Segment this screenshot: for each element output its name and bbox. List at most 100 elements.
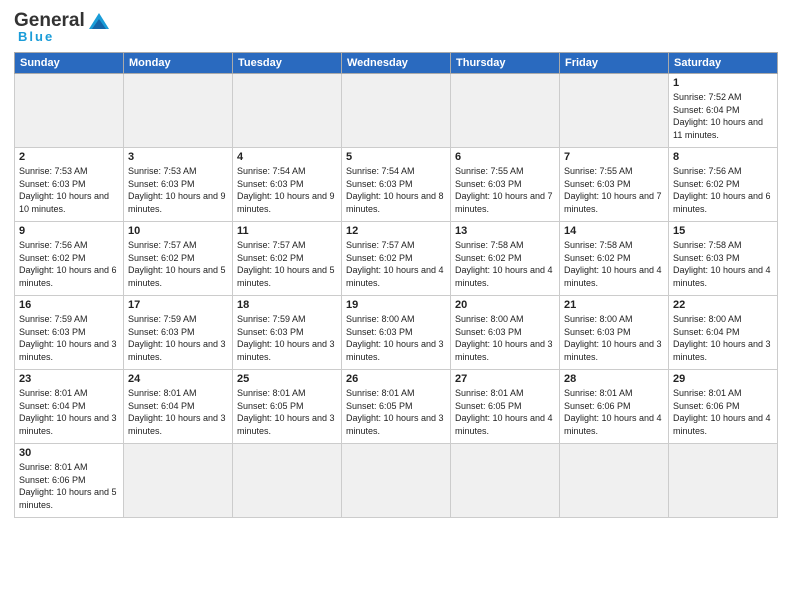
- day-number: 10: [128, 225, 228, 237]
- day-cell: 7Sunrise: 7:55 AM Sunset: 6:03 PM Daylig…: [560, 148, 669, 222]
- logo-triangle-icon: [88, 11, 110, 31]
- day-number: 26: [346, 373, 446, 385]
- day-info: Sunrise: 7:59 AM Sunset: 6:03 PM Dayligh…: [237, 313, 337, 363]
- day-info: Sunrise: 7:57 AM Sunset: 6:02 PM Dayligh…: [346, 239, 446, 289]
- day-info: Sunrise: 7:56 AM Sunset: 6:02 PM Dayligh…: [673, 165, 773, 215]
- day-info: Sunrise: 7:52 AM Sunset: 6:04 PM Dayligh…: [673, 91, 773, 141]
- day-cell: 13Sunrise: 7:58 AM Sunset: 6:02 PM Dayli…: [451, 222, 560, 296]
- day-info: Sunrise: 8:01 AM Sunset: 6:04 PM Dayligh…: [19, 387, 119, 437]
- week-row-2: 2Sunrise: 7:53 AM Sunset: 6:03 PM Daylig…: [15, 148, 778, 222]
- week-row-1: 1 Sunrise: 7:52 AM Sunset: 6:04 PM Daylig…: [15, 74, 778, 148]
- day-info: Sunrise: 8:01 AM Sunset: 6:06 PM Dayligh…: [673, 387, 773, 437]
- day-cell: 18 Sunrise: 7:59 AM Sunset: 6:03 PM Dayli…: [233, 296, 342, 370]
- col-saturday: Saturday: [669, 53, 778, 74]
- day-cell: [233, 444, 342, 518]
- col-monday: Monday: [124, 53, 233, 74]
- day-cell: 6 Sunrise: 7:55 AM Sunset: 6:03 PM Daylig…: [451, 148, 560, 222]
- day-cell: 22 Sunrise: 8:00 AM Sunset: 6:04 PM Dayli…: [669, 296, 778, 370]
- day-number: 12: [346, 225, 446, 237]
- day-info: Sunrise: 8:01 AM Sunset: 6:05 PM Dayligh…: [455, 387, 555, 437]
- day-number: 14: [564, 225, 664, 237]
- day-cell: 1 Sunrise: 7:52 AM Sunset: 6:04 PM Daylig…: [669, 74, 778, 148]
- day-cell: [669, 444, 778, 518]
- day-cell: [233, 74, 342, 148]
- week-row-6: 30 Sunrise: 8:01 AM Sunset: 6:06 PM Dayli…: [15, 444, 778, 518]
- col-tuesday: Tuesday: [233, 53, 342, 74]
- col-friday: Friday: [560, 53, 669, 74]
- day-number: 6: [455, 151, 555, 163]
- day-number: 5: [346, 151, 446, 163]
- day-number: 4: [237, 151, 337, 163]
- day-info: Sunrise: 7:58 AM Sunset: 6:02 PM Dayligh…: [455, 239, 555, 289]
- day-info: Sunrise: 7:53 AM Sunset: 6:03 PM Dayligh…: [128, 165, 228, 215]
- header: General Blue: [14, 10, 778, 46]
- day-number: 1: [673, 77, 773, 89]
- day-info: Sunrise: 7:55 AM Sunset: 6:03 PM Dayligh…: [455, 165, 555, 215]
- day-cell: 26 Sunrise: 8:01 AM Sunset: 6:05 PM Dayli…: [342, 370, 451, 444]
- day-info: Sunrise: 7:54 AM Sunset: 6:03 PM Dayligh…: [237, 165, 337, 215]
- blue-text: Blue: [18, 29, 54, 44]
- day-info: Sunrise: 7:58 AM Sunset: 6:02 PM Dayligh…: [564, 239, 664, 289]
- day-cell: [124, 74, 233, 148]
- day-info: Sunrise: 8:01 AM Sunset: 6:06 PM Dayligh…: [564, 387, 664, 437]
- day-cell: 24 Sunrise: 8:01 AM Sunset: 6:04 PM Dayli…: [124, 370, 233, 444]
- day-info: Sunrise: 7:59 AM Sunset: 6:03 PM Dayligh…: [128, 313, 228, 363]
- day-info: Sunrise: 8:01 AM Sunset: 6:04 PM Dayligh…: [128, 387, 228, 437]
- day-cell: 20 Sunrise: 8:00 AM Sunset: 6:03 PM Dayli…: [451, 296, 560, 370]
- day-info: Sunrise: 7:57 AM Sunset: 6:02 PM Dayligh…: [128, 239, 228, 289]
- day-info: Sunrise: 7:57 AM Sunset: 6:02 PM Dayligh…: [237, 239, 337, 289]
- day-info: Sunrise: 7:58 AM Sunset: 6:03 PM Dayligh…: [673, 239, 773, 289]
- day-cell: 10 Sunrise: 7:57 AM Sunset: 6:02 PM Dayli…: [124, 222, 233, 296]
- day-cell: 25 Sunrise: 8:01 AM Sunset: 6:05 PM Dayli…: [233, 370, 342, 444]
- day-number: 20: [455, 299, 555, 311]
- col-sunday: Sunday: [15, 53, 124, 74]
- col-thursday: Thursday: [451, 53, 560, 74]
- day-info: Sunrise: 8:01 AM Sunset: 6:05 PM Dayligh…: [237, 387, 337, 437]
- day-cell: [560, 74, 669, 148]
- col-wednesday: Wednesday: [342, 53, 451, 74]
- day-info: Sunrise: 7:59 AM Sunset: 6:03 PM Dayligh…: [19, 313, 119, 363]
- day-cell: 9Sunrise: 7:56 AM Sunset: 6:02 PM Daylig…: [15, 222, 124, 296]
- day-cell: 8 Sunrise: 7:56 AM Sunset: 6:02 PM Daylig…: [669, 148, 778, 222]
- day-number: 21: [564, 299, 664, 311]
- day-info: Sunrise: 8:00 AM Sunset: 6:03 PM Dayligh…: [564, 313, 664, 363]
- day-number: 7: [564, 151, 664, 163]
- day-info: Sunrise: 8:01 AM Sunset: 6:05 PM Dayligh…: [346, 387, 446, 437]
- day-number: 18: [237, 299, 337, 311]
- day-number: 19: [346, 299, 446, 311]
- header-row: Sunday Monday Tuesday Wednesday Thursday…: [15, 53, 778, 74]
- day-info: Sunrise: 8:00 AM Sunset: 6:04 PM Dayligh…: [673, 313, 773, 363]
- day-number: 22: [673, 299, 773, 311]
- day-cell: 4 Sunrise: 7:54 AM Sunset: 6:03 PM Daylig…: [233, 148, 342, 222]
- day-cell: 15Sunrise: 7:58 AM Sunset: 6:03 PM Dayli…: [669, 222, 778, 296]
- day-cell: [124, 444, 233, 518]
- day-number: 29: [673, 373, 773, 385]
- day-number: 24: [128, 373, 228, 385]
- day-info: Sunrise: 8:01 AM Sunset: 6:06 PM Dayligh…: [19, 461, 119, 511]
- day-cell: [342, 444, 451, 518]
- day-cell: [15, 74, 124, 148]
- day-cell: 28 Sunrise: 8:01 AM Sunset: 6:06 PM Dayli…: [560, 370, 669, 444]
- page: General Blue Sunday Monday Tuesday Wedne…: [0, 0, 792, 612]
- day-info: Sunrise: 7:56 AM Sunset: 6:02 PM Dayligh…: [19, 239, 119, 289]
- logo-area: General Blue: [14, 10, 110, 46]
- week-row-3: 9Sunrise: 7:56 AM Sunset: 6:02 PM Daylig…: [15, 222, 778, 296]
- day-info: Sunrise: 7:54 AM Sunset: 6:03 PM Dayligh…: [346, 165, 446, 215]
- day-number: 30: [19, 447, 119, 459]
- day-number: 11: [237, 225, 337, 237]
- day-number: 25: [237, 373, 337, 385]
- day-info: Sunrise: 8:00 AM Sunset: 6:03 PM Dayligh…: [455, 313, 555, 363]
- day-cell: 12 Sunrise: 7:57 AM Sunset: 6:02 PM Dayli…: [342, 222, 451, 296]
- week-row-5: 23Sunrise: 8:01 AM Sunset: 6:04 PM Dayli…: [15, 370, 778, 444]
- day-cell: 23Sunrise: 8:01 AM Sunset: 6:04 PM Dayli…: [15, 370, 124, 444]
- day-cell: [451, 74, 560, 148]
- day-cell: [560, 444, 669, 518]
- day-number: 27: [455, 373, 555, 385]
- day-number: 3: [128, 151, 228, 163]
- day-info: Sunrise: 7:53 AM Sunset: 6:03 PM Dayligh…: [19, 165, 119, 215]
- day-number: 28: [564, 373, 664, 385]
- day-number: 16: [19, 299, 119, 311]
- day-cell: 3 Sunrise: 7:53 AM Sunset: 6:03 PM Daylig…: [124, 148, 233, 222]
- day-number: 8: [673, 151, 773, 163]
- day-cell: 30 Sunrise: 8:01 AM Sunset: 6:06 PM Dayli…: [15, 444, 124, 518]
